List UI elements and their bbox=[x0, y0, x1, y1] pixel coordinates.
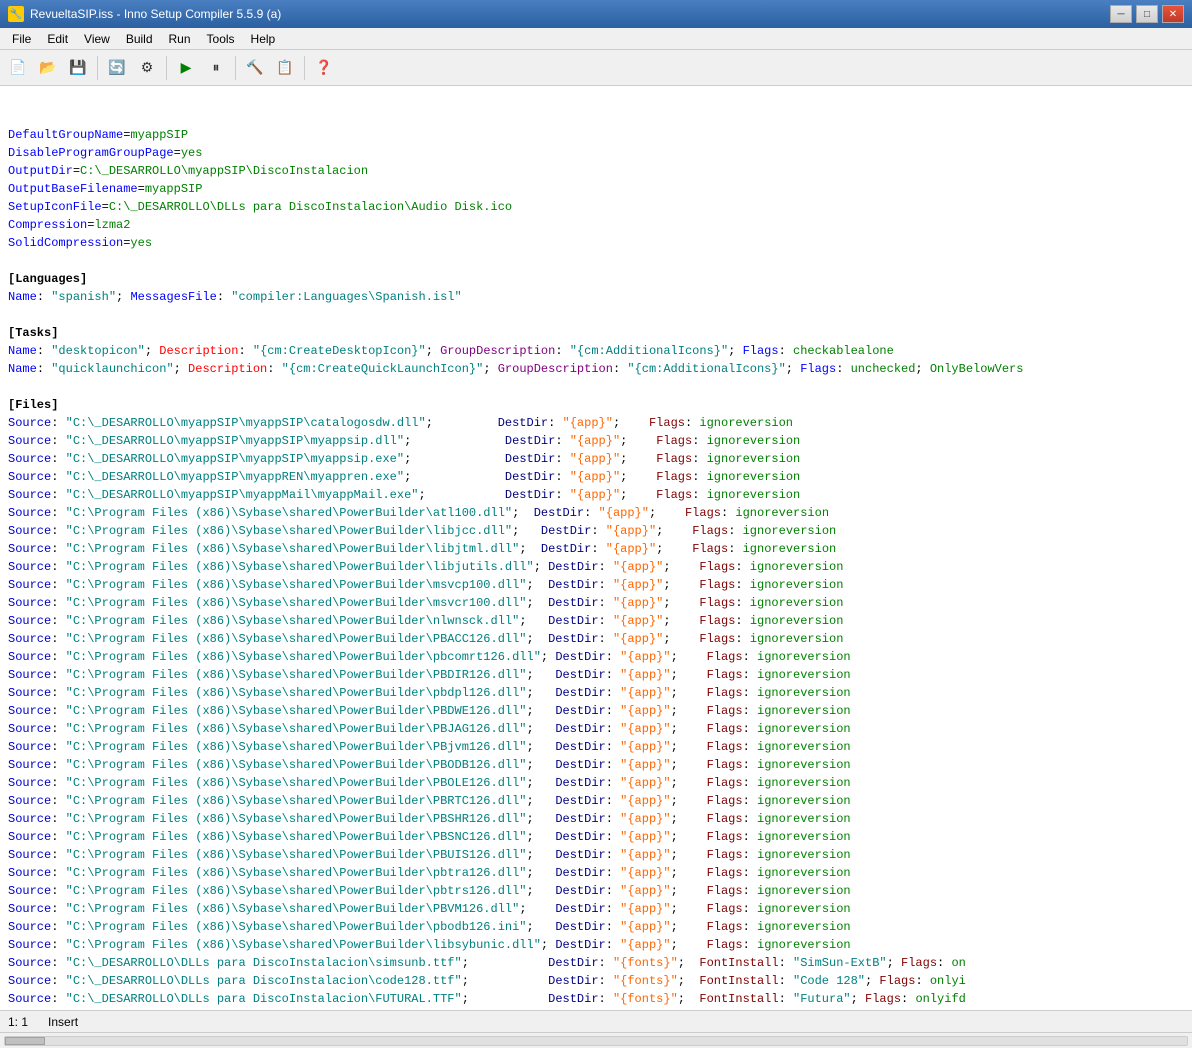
toolbar-compile[interactable]: 🔨 bbox=[241, 54, 269, 82]
menu-run[interactable]: Run bbox=[161, 30, 199, 48]
horizontal-scrollbar[interactable] bbox=[4, 1036, 1188, 1046]
toolbar-separator-1 bbox=[97, 56, 98, 80]
editor-content: DefaultGroupName=myappSIP DisableProgram… bbox=[8, 126, 1184, 1010]
toolbar-btn5[interactable]: ⚙ bbox=[133, 54, 161, 82]
toolbar: 📄 📂 💾 🔄 ⚙ ▶ ⏸ 🔨 📋 ❓ bbox=[0, 50, 1192, 86]
code-editor[interactable]: DefaultGroupName=myappSIP DisableProgram… bbox=[0, 86, 1192, 1010]
menu-tools[interactable]: Tools bbox=[199, 30, 243, 48]
editor-container: DefaultGroupName=myappSIP DisableProgram… bbox=[0, 86, 1192, 1010]
menu-bar: File Edit View Build Run Tools Help bbox=[0, 28, 1192, 50]
app-icon: 🔧 bbox=[8, 6, 24, 22]
insert-mode: Insert bbox=[48, 1015, 78, 1029]
toolbar-run[interactable]: ▶ bbox=[172, 54, 200, 82]
toolbar-btn4[interactable]: 🔄 bbox=[103, 54, 131, 82]
toolbar-btn9[interactable]: 📋 bbox=[271, 54, 299, 82]
cursor-position: 1: 1 bbox=[8, 1015, 28, 1029]
menu-help[interactable]: Help bbox=[243, 30, 284, 48]
title-controls: ─ □ ✕ bbox=[1110, 5, 1184, 23]
minimize-button[interactable]: ─ bbox=[1110, 5, 1132, 23]
toolbar-help[interactable]: ❓ bbox=[310, 54, 338, 82]
toolbar-open[interactable]: 📂 bbox=[34, 54, 62, 82]
toolbar-pause[interactable]: ⏸ bbox=[202, 54, 230, 82]
toolbar-separator-4 bbox=[304, 56, 305, 80]
menu-view[interactable]: View bbox=[76, 30, 118, 48]
maximize-button[interactable]: □ bbox=[1136, 5, 1158, 23]
title-bar: 🔧 RevueltaSIP.iss - Inno Setup Compiler … bbox=[0, 0, 1192, 28]
horizontal-scrollbar-thumb[interactable] bbox=[5, 1037, 45, 1045]
menu-build[interactable]: Build bbox=[118, 30, 161, 48]
toolbar-new[interactable]: 📄 bbox=[4, 54, 32, 82]
close-button[interactable]: ✕ bbox=[1162, 5, 1184, 23]
status-bar: 1: 1 Insert bbox=[0, 1010, 1192, 1032]
horizontal-scrollbar-area bbox=[0, 1032, 1192, 1048]
toolbar-separator-3 bbox=[235, 56, 236, 80]
menu-edit[interactable]: Edit bbox=[39, 30, 76, 48]
toolbar-separator-2 bbox=[166, 56, 167, 80]
window-title: RevueltaSIP.iss - Inno Setup Compiler 5.… bbox=[30, 7, 281, 21]
menu-file[interactable]: File bbox=[4, 30, 39, 48]
toolbar-save[interactable]: 💾 bbox=[64, 54, 92, 82]
